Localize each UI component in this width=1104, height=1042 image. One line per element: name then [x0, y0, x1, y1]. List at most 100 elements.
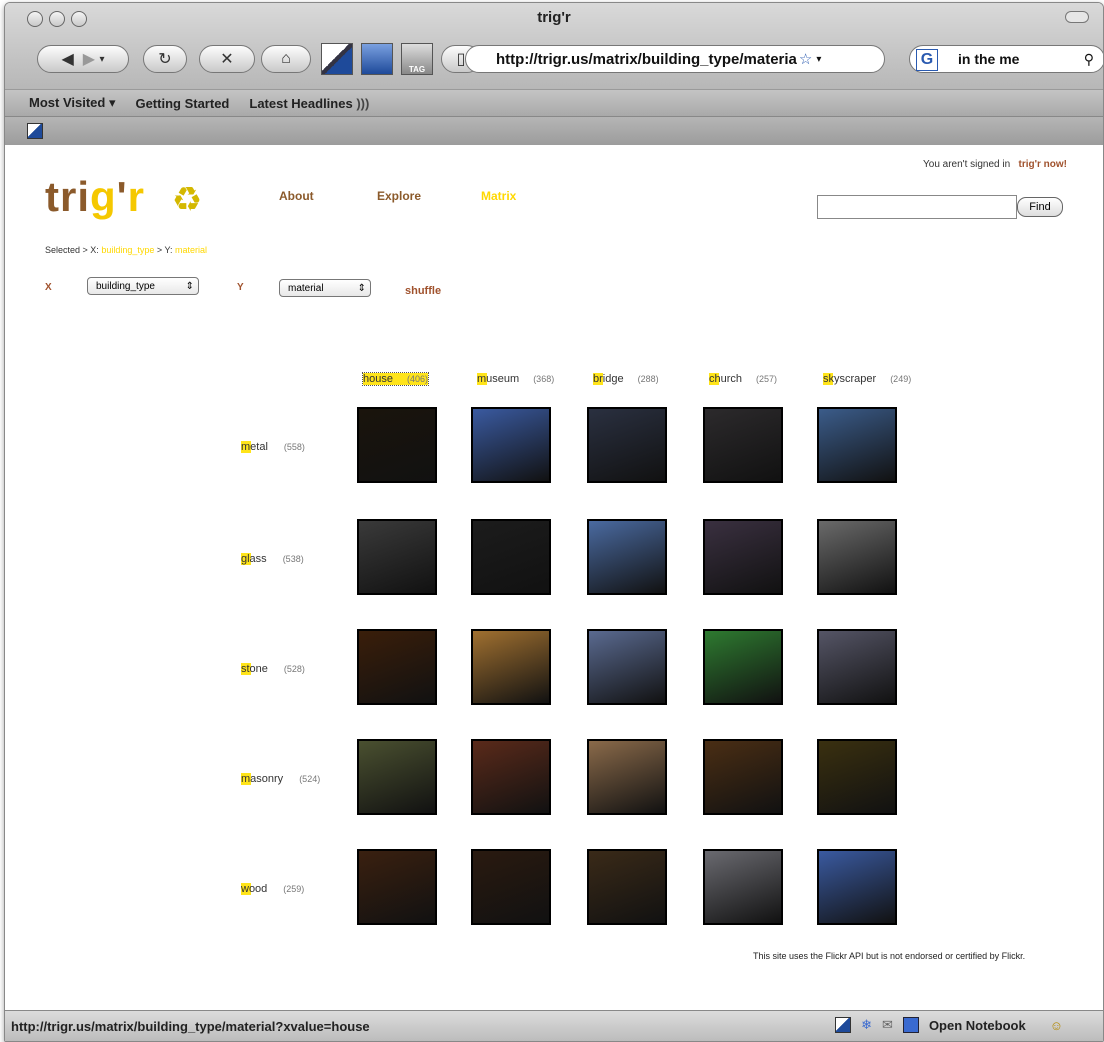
status-icons: ❄ ✉ Open Notebook ☺: [835, 1017, 1063, 1033]
home-button[interactable]: ⌂: [261, 45, 311, 73]
row-label: stone: [241, 663, 268, 675]
stop-icon: ✕: [220, 51, 234, 68]
stop-button[interactable]: ✕: [199, 45, 255, 73]
column-label: bridge: [593, 373, 624, 385]
signin-text: You aren't signed in: [923, 159, 1011, 170]
matrix-photo-thumbnail[interactable]: [357, 629, 437, 705]
selected-x[interactable]: building_type: [101, 245, 154, 255]
find-button[interactable]: Find: [1017, 197, 1063, 217]
x-select[interactable]: building_type ⇕: [87, 277, 199, 295]
nav-matrix[interactable]: Matrix: [481, 189, 516, 203]
status-url: http://trigr.us/matrix/building_type/mat…: [11, 1018, 370, 1034]
delicious-status-icon[interactable]: [835, 1017, 852, 1033]
matrix-photo-thumbnail[interactable]: [357, 407, 437, 483]
reload-button[interactable]: ↻: [143, 45, 187, 73]
chevron-down-icon[interactable]: ▾: [99, 54, 104, 65]
column-header[interactable]: bridge (288): [593, 373, 659, 385]
recycle-icon: ♻: [171, 181, 204, 219]
y-select[interactable]: material ⇕: [279, 279, 371, 297]
matrix-photo-thumbnail[interactable]: [703, 739, 783, 815]
delicious-icon[interactable]: [321, 43, 353, 75]
row-count: (524): [299, 774, 321, 784]
site-search-input[interactable]: [817, 195, 1017, 219]
bookmark-most-visited[interactable]: Most Visited ▾: [29, 95, 115, 111]
selected-y[interactable]: material: [175, 245, 207, 255]
nav-explore[interactable]: Explore: [377, 189, 421, 203]
back-icon[interactable]: ◀: [62, 49, 74, 69]
search-icon[interactable]: ⚲: [1084, 51, 1094, 68]
snowflake-icon[interactable]: ❄: [861, 1017, 872, 1033]
matrix-photo-thumbnail[interactable]: [587, 407, 667, 483]
column-header[interactable]: skyscraper (249): [823, 373, 911, 385]
row-header[interactable]: stone (528): [241, 663, 305, 675]
column-header[interactable]: church (257): [709, 373, 777, 385]
row-header[interactable]: metal (558): [241, 441, 305, 453]
reload-icon: ↻: [158, 51, 172, 68]
matrix-photo-thumbnail[interactable]: [587, 739, 667, 815]
column-count: (249): [890, 374, 912, 384]
url-text[interactable]: http://trigr.us/matrix/building_type/mat…: [496, 51, 797, 68]
browser-window: trig'r ◀ ▶ ▾ ↻ ✕ ⌂ TAG ▯ http://trigr.us…: [4, 2, 1104, 1042]
open-notebook-button[interactable]: Open Notebook: [929, 1018, 1026, 1033]
search-box[interactable]: G in the me ⚲: [909, 45, 1103, 73]
notebook-icon[interactable]: [902, 1017, 919, 1033]
bookmark-icon[interactable]: [361, 43, 393, 75]
column-header[interactable]: museum (368): [477, 373, 554, 385]
matrix-photo-thumbnail[interactable]: [817, 849, 897, 925]
star-icon[interactable]: ☆: [799, 50, 812, 68]
matrix-photo-thumbnail[interactable]: [703, 519, 783, 595]
matrix-photo-thumbnail[interactable]: [357, 739, 437, 815]
search-engine-icon[interactable]: G: [916, 49, 938, 71]
row-label: metal: [241, 441, 268, 453]
tag-label: TAG: [408, 65, 426, 74]
column-label: skyscraper: [823, 373, 877, 385]
column-label: church: [709, 373, 743, 385]
toolbar-toggle-button[interactable]: [1065, 11, 1089, 23]
matrix-photo-thumbnail[interactable]: [357, 849, 437, 925]
select-stepper-icon: ⇕: [357, 283, 366, 294]
matrix-photo-thumbnail[interactable]: [817, 407, 897, 483]
back-forward-button[interactable]: ◀ ▶ ▾: [37, 45, 129, 73]
matrix-photo-thumbnail[interactable]: [703, 849, 783, 925]
tab-bar: [5, 117, 1103, 146]
matrix-photo-thumbnail[interactable]: [471, 629, 551, 705]
matrix-photo-thumbnail[interactable]: [703, 407, 783, 483]
matrix-photo-thumbnail[interactable]: [357, 519, 437, 595]
matrix-photo-thumbnail[interactable]: [471, 849, 551, 925]
matrix-photo-thumbnail[interactable]: [587, 519, 667, 595]
column-count: (288): [637, 374, 659, 384]
column-count: (368): [533, 374, 555, 384]
nav-about[interactable]: About: [279, 189, 314, 203]
shuffle-link[interactable]: shuffle: [405, 285, 441, 297]
matrix-photo-thumbnail[interactable]: [817, 519, 897, 595]
matrix-photo-thumbnail[interactable]: [817, 739, 897, 815]
row-header[interactable]: masonry (524): [241, 773, 320, 785]
matrix-photo-thumbnail[interactable]: [471, 519, 551, 595]
bookmark-latest-headlines[interactable]: Latest Headlines ))): [249, 96, 369, 111]
column-header[interactable]: house (406): [362, 372, 429, 386]
tab-favicon-icon[interactable]: [27, 123, 43, 139]
matrix-photo-thumbnail[interactable]: [817, 629, 897, 705]
matrix-photo-thumbnail[interactable]: [703, 629, 783, 705]
x-axis-label: X: [45, 282, 52, 293]
dropdown-icon[interactable]: ▾: [816, 54, 821, 65]
row-header[interactable]: glass (538): [241, 553, 304, 565]
tag-icon[interactable]: TAG: [401, 43, 433, 75]
forward-icon[interactable]: ▶: [83, 49, 95, 69]
signin-link[interactable]: trig'r now!: [1019, 159, 1067, 170]
matrix-photo-thumbnail[interactable]: [471, 739, 551, 815]
matrix-photo-thumbnail[interactable]: [587, 849, 667, 925]
row-header[interactable]: wood (259): [241, 883, 304, 895]
bookmark-getting-started[interactable]: Getting Started: [135, 96, 229, 111]
smiley-icon[interactable]: ☺: [1050, 1018, 1063, 1033]
site-logo[interactable]: trig'r ♻: [45, 173, 203, 221]
url-bar[interactable]: http://trigr.us/matrix/building_type/mat…: [465, 45, 885, 73]
y-axis-label: Y: [237, 282, 244, 293]
row-count: (528): [283, 664, 305, 674]
selection-breadcrumb: Selected > X: building_type > Y: materia…: [45, 245, 207, 255]
selected-prefix: Selected > X:: [45, 245, 99, 255]
mail-icon[interactable]: ✉: [882, 1017, 893, 1033]
search-input[interactable]: in the me: [958, 51, 1019, 67]
matrix-photo-thumbnail[interactable]: [587, 629, 667, 705]
matrix-photo-thumbnail[interactable]: [471, 407, 551, 483]
